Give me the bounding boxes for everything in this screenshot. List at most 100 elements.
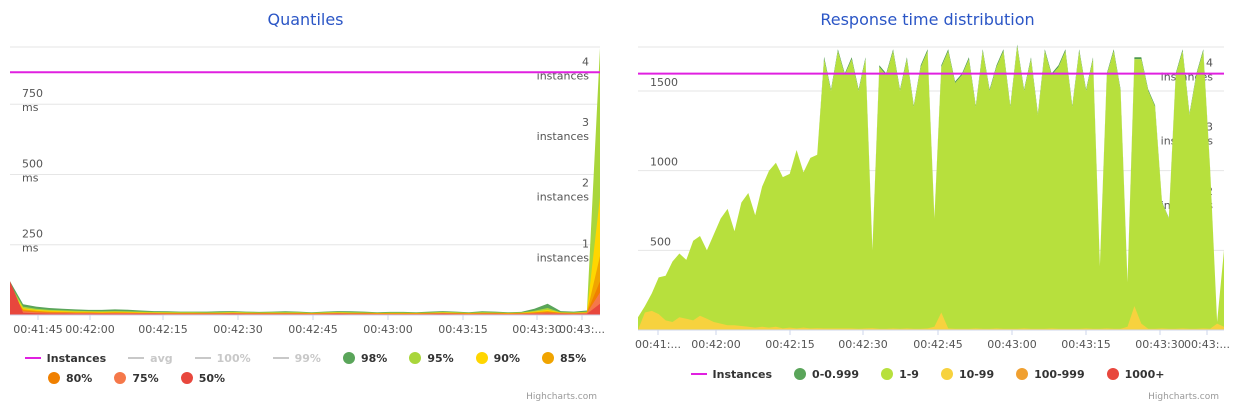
legend-dot-icon [881,368,894,380]
legend-item[interactable]: 90% [475,351,520,365]
x-tick-label: 00:42:15 [138,323,187,336]
legend-label: 80% [66,371,93,385]
y2-tick-label: 4 [1206,57,1213,70]
legend-dot-icon [180,372,193,384]
legend-label: 1-9 [899,367,919,381]
quantiles-plot: 250ms500ms750ms1instances2instances3inst… [10,46,605,336]
credits-link[interactable]: Highcharts.com [526,392,597,402]
x-tick-label: 00:43:00 [363,323,412,336]
legend-row: 80% 75% 50% [0,368,611,388]
legend-label: 98% [360,351,388,365]
x-tick-label: 00:43:30 [1135,338,1184,351]
x-tick-label: 00:42:00 [65,323,114,336]
legend-line-icon [272,357,289,359]
legend-label: 85% [560,351,587,365]
legend-label: 10-99 [958,367,995,381]
legend-dot-icon [1106,368,1119,380]
y-tick-unit: ms [22,171,39,184]
y-tick-unit: ms [22,101,39,114]
legend-item[interactable]: 10-99 [940,367,995,381]
x-tick-label: 00:43:15 [438,323,487,336]
legend-dot-icon [542,352,554,364]
x-tick-label: 00:42:30 [213,323,262,336]
legend-item[interactable]: 1-9 [881,368,919,381]
y-tick-unit: ms [22,242,39,255]
x-tick-label: 00:42:30 [838,338,887,351]
area-98pct [10,281,600,315]
x-tick-label: 00:43:15 [1061,338,1110,351]
legend-row: Instances 0-0.999 1-9 10-99 100-999 1000+ [622,364,1233,384]
y2-tick-unit: instances [537,130,590,143]
area-85pct [10,256,600,315]
legend-dot-icon [1016,368,1029,380]
legend-item[interactable]: 100-999 [1016,368,1085,381]
y-tick-label: 1000 [650,156,678,169]
legend-label: Instances [46,351,107,365]
y2-tick-unit: instances [537,251,590,264]
legend-dot-icon [342,352,355,364]
legend-label: avg [150,351,173,365]
legend-item[interactable]: 75% [114,371,159,385]
legend-label: Instances [712,367,773,381]
x-tick-label: 00:42:15 [765,338,814,351]
x-tick-label: 00:42:45 [913,338,962,351]
legend-dot-icon [475,352,488,364]
y2-tick-label: 1 [582,237,589,250]
legend-dot-icon [940,368,953,380]
legend-line-icon [128,357,145,359]
legend-item[interactable]: avg [128,351,173,365]
response-time-chart-panel: Response time distribution 500100015001i… [622,0,1233,420]
legend-dot-icon [794,368,807,380]
y-tick-label: 500 [650,235,671,248]
response-time-legend: Instances 0-0.999 1-9 10-99 100-999 1000+ [622,364,1233,384]
legend-line-icon [690,373,707,375]
credits-link[interactable]: Highcharts.com [1148,392,1219,402]
quantiles-legend: Instances avg 100% 99% 98% 95% 90% 85% 80% 75% 50% [0,348,611,388]
x-tick-label: 00:43:... [1184,338,1230,351]
legend-item[interactable]: 0-0.999 [794,368,859,381]
legend-item[interactable]: 50% [180,371,226,385]
legend-item[interactable]: 85% [542,352,586,365]
legend-item[interactable]: Instances [24,351,107,365]
x-tick-label: 00:43:30 [512,323,561,336]
legend-dot-icon [409,352,422,364]
legend-label: 90% [493,351,520,365]
y2-tick-label: 2 [582,177,589,190]
legend-label: 100-999 [1034,367,1085,381]
y2-tick-unit: instances [537,191,590,204]
legend-label: 99% [294,351,321,365]
legend-label: 0-0.999 [812,367,860,381]
legend-item[interactable]: Instances [690,367,773,381]
x-tick-label: 00:41:45 [13,323,62,336]
legend-label: 50% [198,371,226,385]
y-tick-label: 250 [22,228,43,241]
y2-tick-label: 3 [582,116,589,129]
area-90pct [10,197,600,315]
legend-row: Instances avg 100% 99% 98% 95% 90% 85% [0,348,611,368]
legend-label: 100% [216,351,251,365]
area-1-9 [638,46,1224,331]
x-tick-label: 00:42:00 [691,338,740,351]
legend-item[interactable]: 1000+ [1106,367,1165,381]
x-tick-label: 00:42:45 [288,323,337,336]
legend-label: 75% [132,371,159,385]
legend-line-icon [24,357,41,359]
legend-label: 95% [427,351,454,365]
legend-item[interactable]: 80% [48,372,92,385]
legend-item[interactable]: 98% [342,351,388,365]
legend-dot-icon [114,372,127,384]
x-tick-label: 00:43:00 [987,338,1036,351]
y2-tick-unit: instances [1161,71,1214,84]
x-tick-label: 00:41:... [635,338,681,351]
response-time-plot: 500100015001instances2instances3instance… [635,44,1230,351]
area-95pct [10,48,600,315]
legend-item[interactable]: 100% [194,351,251,365]
legend-item[interactable]: 95% [409,351,454,365]
legend-item[interactable]: 99% [272,351,321,365]
legend-dot-icon [48,372,60,384]
legend-label: 1000+ [1124,367,1165,381]
y-tick-label: 1500 [650,76,678,89]
y-tick-label: 750 [22,87,43,100]
x-tick-label: 00:43:... [559,323,605,336]
y-tick-label: 500 [22,157,43,170]
